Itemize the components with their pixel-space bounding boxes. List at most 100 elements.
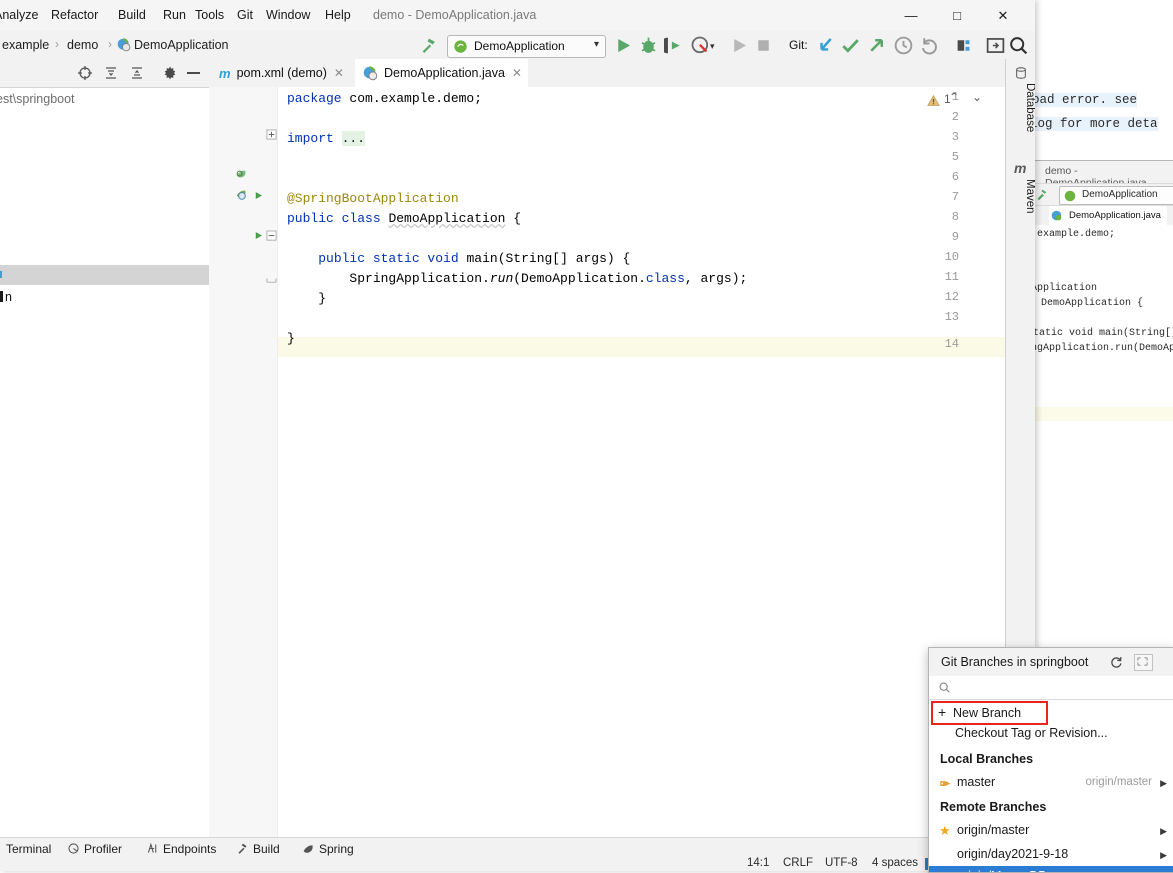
locate-icon[interactable] — [77, 65, 93, 81]
menu-help[interactable]: Help — [325, 8, 351, 22]
tool-tab-database[interactable]: Database — [1006, 83, 1035, 132]
project-tree-selected-row[interactable] — [0, 265, 209, 285]
run-with-coverage-icon[interactable] — [664, 35, 685, 56]
git-branch-master[interactable]: master origin/master ▶ — [929, 772, 1173, 794]
update-project-icon[interactable] — [815, 35, 836, 56]
tool-button-terminal[interactable]: Terminal — [6, 842, 51, 856]
git-popup-title: Git Branches in springboot — [941, 655, 1089, 669]
line-separator[interactable]: CRLF — [783, 857, 813, 869]
fold-collapse-end-icon[interactable] — [266, 272, 277, 285]
spring-class-icon — [1051, 210, 1062, 221]
menu-analyze[interactable]: Analyze — [0, 8, 38, 22]
maximize-button[interactable]: □ — [934, 0, 980, 31]
menu-build[interactable]: Build — [118, 8, 146, 22]
star-icon: ★ — [939, 869, 951, 872]
tool-button-spring[interactable]: Spring — [319, 842, 354, 856]
fold-expand-icon[interactable] — [266, 129, 277, 140]
tab-pom-xml[interactable]: m pom.xml (demo) ✕ — [211, 59, 350, 87]
background-tab-strip: DemoApplication.java — [1027, 205, 1173, 227]
chevron-down-icon[interactable]: ▾ — [594, 39, 599, 50]
run-configuration-selector[interactable]: DemoApplication ▾ — [447, 35, 606, 58]
project-structure-icon[interactable] — [955, 35, 976, 56]
menu-git[interactable]: Git — [237, 8, 253, 22]
fold-collapse-start-icon[interactable] — [266, 230, 277, 243]
indent-setting[interactable]: 4 spaces — [872, 857, 918, 869]
commit-icon[interactable] — [840, 35, 861, 56]
expand-all-icon[interactable] — [103, 65, 119, 81]
collapse-all-icon[interactable] — [129, 65, 145, 81]
run-icon[interactable] — [613, 35, 634, 56]
tool-tab-maven[interactable]: Maven — [1006, 179, 1035, 214]
code-text[interactable]: package com.example.demo; import ... @Sp… — [277, 87, 1005, 837]
refresh-icon[interactable] — [1109, 655, 1123, 669]
code-line-1: package com.example.demo; — [287, 91, 483, 106]
project-tree-path: est\springboot — [0, 92, 75, 106]
menu-refactor[interactable]: Refactor — [51, 8, 98, 22]
caret-position[interactable]: 14:1 — [747, 857, 769, 869]
endpoints-icon — [147, 842, 157, 853]
git-branch-origin-master[interactable]: ★ origin/master ▶ — [929, 820, 1173, 842]
breadcrumb-demo[interactable]: demo — [67, 38, 98, 52]
chevron-right-icon[interactable]: ▶ — [1160, 850, 1167, 861]
background-code-line: m.example.demo; — [1025, 229, 1116, 240]
search-icon — [939, 682, 950, 693]
git-branch-origin-day2021[interactable]: origin/day2021-9-18 ▶ — [929, 844, 1173, 866]
layout-icon[interactable] — [985, 35, 1006, 56]
hammer-icon[interactable] — [420, 37, 437, 54]
tool-button-endpoints[interactable]: Endpoints — [163, 842, 216, 856]
close-button[interactable]: ✕ — [980, 0, 1026, 31]
expand-settings-icon[interactable] — [1134, 654, 1153, 671]
spring-icon — [1064, 190, 1076, 202]
search-everywhere-icon[interactable] — [1008, 35, 1029, 56]
previous-problem-icon[interactable]: ⌃ — [949, 90, 959, 104]
git-popup-search-field[interactable] — [929, 676, 1173, 700]
menu-window[interactable]: Window — [266, 8, 310, 22]
profile-icon[interactable] — [690, 35, 711, 56]
git-action-checkout-tag[interactable]: Checkout Tag or Revision... — [929, 723, 1173, 745]
hammer-icon — [1037, 189, 1047, 201]
run-method-icon[interactable] — [253, 230, 264, 241]
git-branch-origin-mongodb[interactable]: ★ origin/MongoDB ▶ — [929, 866, 1173, 872]
menu-tools[interactable]: Tools — [195, 8, 224, 22]
rollback-icon[interactable] — [919, 35, 940, 56]
spring-class-icon — [363, 65, 378, 80]
minimize-button[interactable]: — — [888, 0, 934, 31]
history-icon[interactable] — [893, 35, 914, 56]
spring-leaf-icon — [303, 845, 313, 853]
git-action-new-branch[interactable]: + New Branch — [931, 701, 1048, 725]
tab-close-icon[interactable]: ✕ — [334, 66, 344, 80]
code-line-9: public static void main(String[] args) { — [318, 251, 631, 266]
gear-icon[interactable] — [162, 65, 178, 81]
file-encoding[interactable]: UTF-8 — [825, 857, 858, 869]
project-tree-row[interactable]: n — [0, 290, 12, 304]
run-class-icon[interactable] — [253, 190, 264, 201]
git-popup-search-input[interactable] — [955, 679, 1164, 697]
spring-bean-icon[interactable] — [234, 167, 249, 182]
debug-icon[interactable] — [638, 35, 659, 56]
code-editor[interactable]: 1 2 3 5 6 7 8 9 10 11 12 13 14 package c… — [209, 87, 1005, 837]
tool-button-build[interactable]: Build — [253, 842, 280, 856]
chevron-right-icon[interactable]: ▶ — [1160, 778, 1167, 789]
git-branches-popup[interactable]: Git Branches in springboot + New Branch … — [928, 647, 1173, 873]
breadcrumb-separator: › — [55, 37, 59, 51]
breadcrumb-democlass[interactable]: DemoApplication — [134, 38, 229, 52]
push-icon[interactable] — [866, 35, 887, 56]
spring-boot-run-icon[interactable] — [234, 187, 249, 202]
warning-triangle-icon — [927, 94, 940, 106]
code-line-6: @SpringBootApplication — [287, 191, 459, 206]
breadcrumb-example[interactable]: example — [2, 38, 49, 52]
tab-pom-xml-label: pom.xml (demo) — [236, 66, 327, 80]
next-problem-icon[interactable]: ⌄ — [972, 90, 982, 104]
menu-run[interactable]: Run — [163, 8, 186, 22]
plus-icon: + — [938, 704, 947, 720]
chevron-down-icon[interactable]: ▾ — [710, 41, 715, 52]
tab-close-icon[interactable]: ✕ — [512, 66, 522, 80]
hide-icon[interactable] — [187, 65, 201, 79]
chevron-right-icon[interactable]: ▶ — [1160, 826, 1167, 837]
tab-demoapplication-java[interactable]: DemoApplication.java ✕ — [355, 59, 528, 89]
tab-demoapplication-java-label: DemoApplication.java — [384, 66, 505, 80]
spring-class-icon — [117, 38, 131, 52]
maven-icon: m — [219, 65, 231, 81]
background-code-line: ss DemoApplication { — [1023, 298, 1144, 309]
tool-button-profiler[interactable]: Profiler — [84, 842, 122, 856]
